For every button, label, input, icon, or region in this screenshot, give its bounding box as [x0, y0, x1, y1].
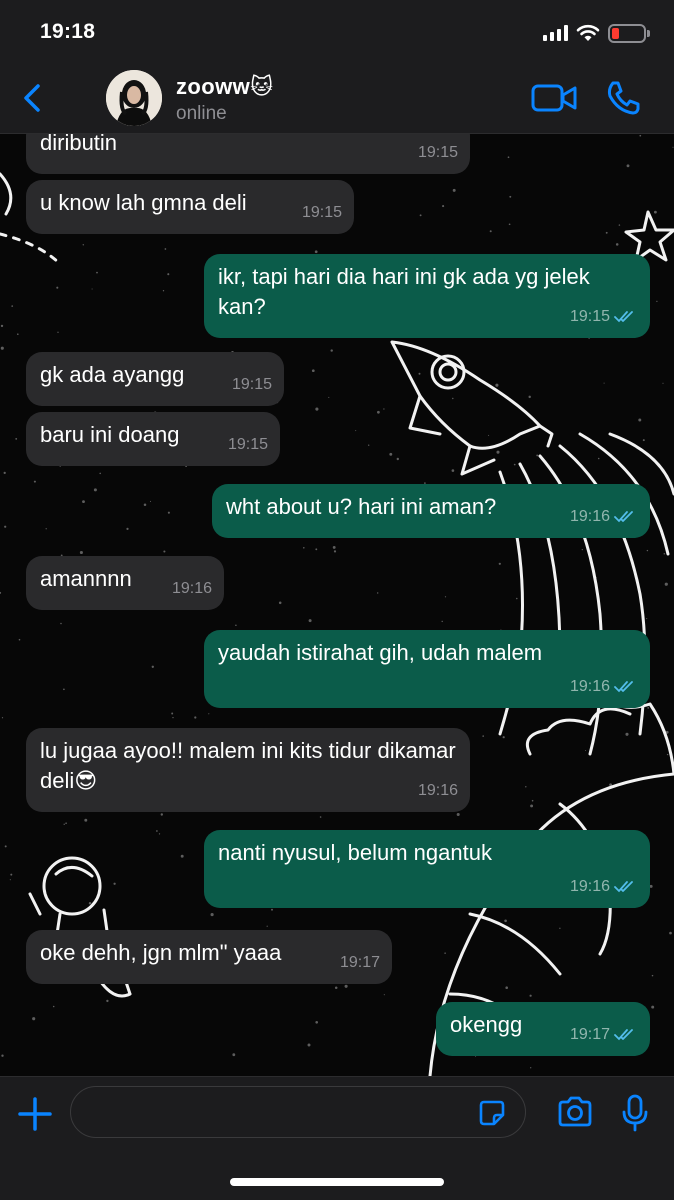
read-receipt-icon [614, 881, 633, 893]
avatar[interactable] [106, 70, 162, 126]
read-receipt-icon [614, 311, 633, 323]
timestamp-text: 19:17 [569, 1026, 610, 1043]
message-text: lu jugaa ayoo!! malem ini kits tidur dik… [40, 738, 456, 793]
plus-icon[interactable] [16, 1095, 54, 1133]
status-bar: 19:18 [0, 0, 674, 62]
sticker-icon[interactable] [478, 1099, 506, 1127]
incoming-message[interactable]: gk ada ayangg 19:15 [26, 352, 284, 406]
incoming-message[interactable]: u know lah gmna deli 19:15 [26, 180, 354, 234]
timestamp-text: 19:15 [417, 144, 458, 161]
message-text: oke dehh, jgn mlm" yaaa [40, 940, 282, 965]
timestamp-text: 19:16 [569, 878, 610, 895]
incoming-message[interactable]: diributin 19:15 [26, 134, 470, 174]
incoming-message[interactable]: lu jugaa ayoo!! malem ini kits tidur dik… [26, 728, 470, 812]
message-text: diributin [40, 134, 118, 155]
status-icons [543, 22, 650, 44]
chat-area[interactable]: diributin 19:15 u know lah gmna deli 19:15 i… [0, 134, 674, 1076]
timestamp-text: 19:15 [231, 376, 272, 393]
timestamp-text: 19:16 [569, 508, 610, 525]
outgoing-message[interactable]: ikr, tapi hari dia hari ini gk ada yg je… [204, 254, 650, 338]
timestamp-text: 19:17 [339, 954, 380, 971]
outgoing-message[interactable]: nanti nyusul, belum ngantuk 19:16 [204, 830, 650, 908]
timestamp-text: 19:16 [417, 782, 458, 799]
signal-icon [543, 25, 568, 41]
message-timestamp: 19:15 [570, 302, 638, 332]
avatar-image [106, 70, 162, 126]
outgoing-message[interactable]: okengg 19:17 [436, 1002, 650, 1056]
status-time: 19:18 [40, 20, 96, 43]
camera-icon[interactable] [556, 1095, 594, 1129]
read-receipt-icon [614, 511, 633, 523]
message-text: nanti nyusul, belum ngantuk [218, 840, 492, 865]
home-indicator [230, 1178, 444, 1186]
message-timestamp: 19:15 [228, 430, 268, 460]
timestamp-text: 19:15 [227, 436, 268, 453]
back-chevron-icon[interactable] [18, 78, 48, 118]
read-receipt-icon [614, 681, 633, 693]
message-timestamp: 19:16 [570, 502, 638, 532]
read-receipt-icon [614, 1029, 633, 1041]
battery-icon [608, 23, 650, 43]
message-timestamp: 19:15 [232, 370, 272, 400]
timestamp-text: 19:16 [171, 580, 212, 597]
message-timestamp: 19:15 [418, 138, 458, 168]
contact-name[interactable]: zooww🐱 [176, 74, 273, 100]
timestamp-text: 19:15 [301, 204, 342, 221]
video-call-icon[interactable] [530, 82, 578, 114]
chat-header: zooww🐱 online [0, 62, 674, 134]
message-timestamp: 19:17 [570, 1020, 638, 1050]
message-input[interactable] [70, 1086, 526, 1138]
message-timestamp: 19:16 [570, 872, 638, 902]
message-timestamp: 19:16 [172, 574, 212, 604]
message-timestamp: 19:16 [418, 776, 458, 806]
incoming-message[interactable]: baru ini doang 19:15 [26, 412, 280, 466]
message-timestamp: 19:17 [340, 948, 380, 978]
contact-status: online [176, 103, 227, 124]
wifi-icon [576, 24, 600, 41]
incoming-message[interactable]: oke dehh, jgn mlm" yaaa 19:17 [26, 930, 392, 984]
microphone-icon[interactable] [620, 1093, 650, 1133]
timestamp-text: 19:16 [569, 678, 610, 695]
phone-call-icon[interactable] [604, 80, 644, 116]
timestamp-text: 19:15 [569, 308, 610, 325]
outgoing-message[interactable]: wht about u? hari ini aman? 19:16 [212, 484, 650, 538]
message-text: yaudah istirahat gih, udah malem [218, 640, 543, 665]
message-timestamp: 19:16 [570, 672, 638, 702]
message-timestamp: 19:15 [302, 198, 342, 228]
outgoing-message[interactable]: yaudah istirahat gih, udah malem 19:16 [204, 630, 650, 708]
message-text: u know lah gmna deli [40, 190, 247, 215]
incoming-message[interactable]: amannnn 19:16 [26, 556, 224, 610]
